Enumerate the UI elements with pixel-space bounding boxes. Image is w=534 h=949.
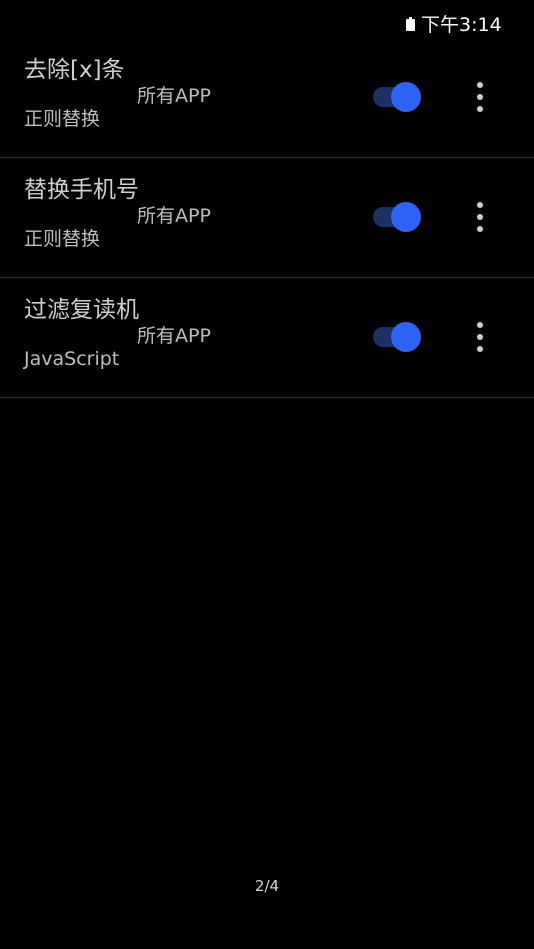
rule-item[interactable]: 替换手机号 所有APP 正则替换 (0, 158, 534, 278)
toggle-thumb (391, 202, 421, 232)
status-time: 下午3:14 (421, 14, 502, 36)
rule-name: 过滤复读机 (24, 297, 139, 323)
rule-item[interactable]: 去除[x]条 所有APP 正则替换 (0, 38, 534, 158)
rule-enable-toggle[interactable] (373, 202, 421, 232)
battery-icon (406, 17, 415, 31)
rule-item[interactable]: 过滤复读机 所有APP JavaScript (0, 278, 534, 398)
rule-scope: 所有APP (137, 325, 211, 347)
rule-scope: 所有APP (137, 205, 211, 227)
rule-enable-toggle[interactable] (373, 322, 421, 352)
rule-scope: 所有APP (137, 85, 211, 107)
rule-name: 去除[x]条 (24, 57, 125, 83)
more-vertical-icon[interactable] (468, 322, 492, 352)
page-indicator: 2/4 (254, 877, 280, 895)
screen: 下午3:14 去除[x]条 所有APP 正则替换 替换手机号 所有APP 正则替… (0, 0, 534, 949)
more-vertical-icon[interactable] (468, 202, 492, 232)
more-vertical-icon[interactable] (468, 82, 492, 112)
rule-list: 去除[x]条 所有APP 正则替换 替换手机号 所有APP 正则替换 过滤复读机… (0, 38, 534, 398)
rule-type: JavaScript (24, 348, 120, 370)
rule-enable-toggle[interactable] (373, 82, 421, 112)
toggle-thumb (391, 82, 421, 112)
rule-type: 正则替换 (24, 108, 101, 130)
toggle-thumb (391, 322, 421, 352)
rule-type: 正则替换 (24, 228, 101, 250)
rule-name: 替换手机号 (24, 177, 139, 203)
